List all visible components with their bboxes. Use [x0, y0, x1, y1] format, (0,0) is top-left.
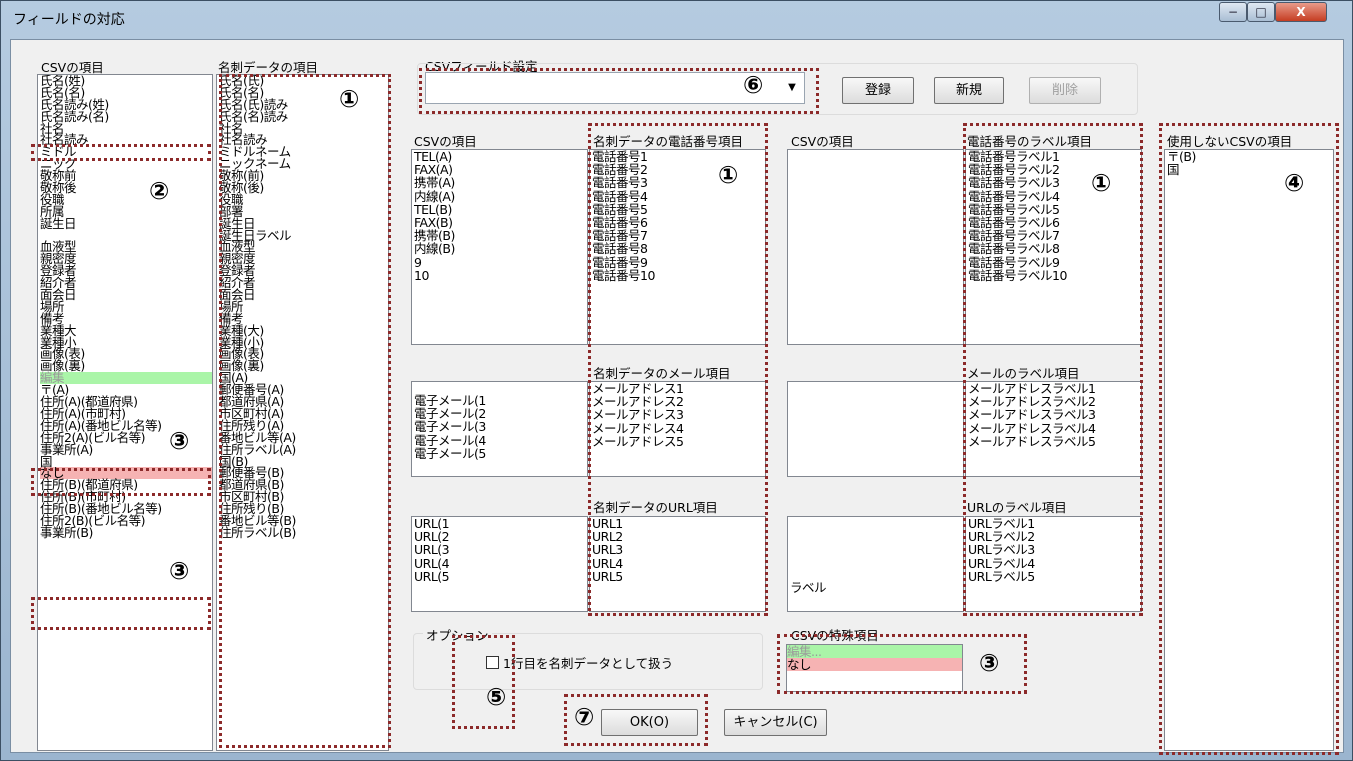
phone-label-csv-header: CSVの項目 — [791, 134, 854, 149]
list-item[interactable]: 国 — [40, 455, 212, 468]
delete-button[interactable]: 削除 — [1029, 77, 1101, 104]
register-button[interactable]: 登録 — [842, 77, 914, 104]
list-item[interactable]: 敬称後 — [40, 181, 212, 194]
annotation-number: ③ — [979, 649, 1000, 677]
list-item[interactable]: 9 — [414, 255, 587, 268]
dialog-window: フィールドの対応 − □ X CSVの項目 氏名(姓) 氏名(名) 氏名読み(姓) 氏… — [0, 0, 1353, 761]
annotation-number: ① — [339, 85, 360, 113]
list-item[interactable]: URL(5 — [414, 570, 587, 583]
annotation-number: ① — [1091, 169, 1112, 197]
first-row-checkbox-label: 1行目を名刺データとして扱う — [503, 656, 674, 671]
phone-label-csv-list[interactable] — [787, 149, 964, 345]
annotation-number: ⑥ — [743, 71, 764, 99]
url-csv-list[interactable]: URL(1 URL(2 URL(3 URL(4 URL(5 — [411, 516, 588, 612]
mail-label-csv-list[interactable] — [787, 381, 964, 477]
annotation-frame — [963, 123, 1143, 616]
mail-csv-list[interactable]: 電子メール(1 電子メール(2 電子メール(3 電子メール(4 電子メール(5 — [411, 381, 588, 477]
list-item[interactable]: 内線(A) — [414, 189, 587, 202]
annotation-number: ② — [149, 177, 170, 205]
list-item[interactable]: 氏名読み(名) — [40, 110, 212, 123]
list-item[interactable]: URL(4 — [414, 556, 587, 569]
list-item[interactable]: 電子メール(5 — [414, 447, 587, 460]
phone-csv-header: CSVの項目 — [414, 134, 477, 149]
annotation-frame — [588, 123, 768, 616]
list-item[interactable]: 携帯(A) — [414, 176, 587, 189]
annotation-frame — [219, 74, 391, 748]
annotation-number: ③ — [169, 557, 190, 585]
annotation-frame — [452, 635, 515, 729]
close-button[interactable]: X — [1275, 2, 1327, 22]
annotation-frame — [1159, 123, 1339, 755]
annotation-frame — [31, 597, 211, 630]
minimize-button[interactable]: − — [1219, 2, 1247, 22]
annotation-frame — [31, 144, 211, 161]
title-bar[interactable]: フィールドの対応 − □ X — [1, 1, 1352, 34]
annotation-number: ⑦ — [574, 703, 595, 731]
maximize-button[interactable]: □ — [1247, 2, 1275, 22]
list-item[interactable]: 10 — [414, 268, 587, 281]
list-item[interactable]: 内線(B) — [414, 242, 587, 255]
list-item[interactable]: ラベル — [790, 581, 963, 594]
list-item[interactable]: URL(3 — [414, 543, 587, 556]
list-item[interactable]: 電子メール(4 — [414, 433, 587, 446]
annotation-number: ③ — [169, 427, 190, 455]
list-item[interactable]: 誕生日 — [40, 217, 212, 230]
list-item[interactable]: 場所 — [40, 300, 212, 313]
annotation-number: ④ — [1284, 169, 1305, 197]
new-button[interactable]: 新規 — [934, 77, 1004, 104]
list-item[interactable]: 面会日 — [40, 288, 212, 301]
annotation-number: ⑤ — [486, 683, 507, 711]
csv-items-list[interactable]: 氏名(姓) 氏名(名) 氏名読み(姓) 氏名読み(名) 社名 社名読み ミドル ニック 敬称前敬… — [37, 74, 213, 751]
url-label-csv-list[interactable]: ラベル — [787, 516, 964, 612]
annotation-frame — [31, 468, 211, 496]
window-title: フィールドの対応 — [13, 12, 125, 28]
phone-csv-list[interactable]: TEL(A) FAX(A) 携帯(A) 内線(A) TEL(B) FAX(B) 携帯(B) 内… — [411, 149, 588, 345]
list-item[interactable]: 電子メール(3 — [414, 420, 587, 433]
list-item[interactable]: 画像(裏) — [40, 360, 212, 372]
annotation-number: ① — [718, 161, 739, 189]
cancel-button[interactable]: キャンセル(C) — [724, 709, 827, 736]
list-item[interactable]: TEL(B) — [414, 203, 587, 216]
list-item[interactable]: 役職 — [40, 193, 212, 206]
list-item[interactable]: 事業所(B) — [40, 526, 212, 539]
